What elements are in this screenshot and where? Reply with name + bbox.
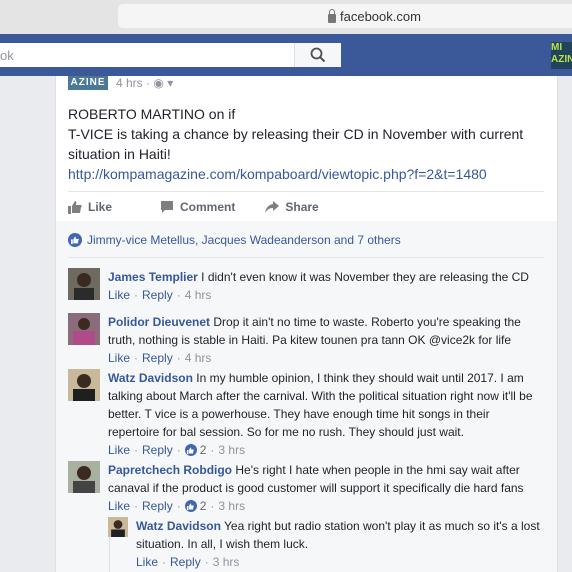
search-icon — [310, 47, 326, 63]
post-body: ROBERTO MARTINO on if T-VICE is taking a… — [68, 104, 548, 184]
comment-author[interactable]: Watz Davidson — [108, 371, 193, 385]
like-reaction-icon — [184, 500, 197, 512]
page-logo-thumbnail[interactable]: MI AZINE — [551, 42, 572, 69]
search-text: ok — [0, 48, 14, 63]
comment-reply-link[interactable]: Reply — [142, 349, 173, 367]
avatar[interactable] — [68, 268, 100, 300]
comment-reactions[interactable]: 2 — [184, 441, 206, 459]
avatar[interactable] — [68, 461, 100, 493]
comment-reactions[interactable]: 2 — [184, 497, 206, 515]
comment-time[interactable]: 3 hrs — [218, 441, 245, 459]
comment-like-link[interactable]: Like — [108, 286, 130, 304]
address-bar[interactable]: facebook.com — [118, 4, 572, 28]
post-line-2: T-VICE is taking a chance by releasing t… — [68, 126, 524, 162]
comment-like-link[interactable]: Like — [108, 497, 130, 515]
like-reaction-icon — [68, 233, 82, 247]
comment-author[interactable]: Papretchech Robdigo — [108, 463, 232, 477]
search-button[interactable] — [294, 43, 341, 67]
post-timestamp[interactable]: 4 hrs — [116, 76, 143, 90]
comment-reply-link[interactable]: Reply — [142, 286, 173, 304]
comment-author[interactable]: James Templier — [108, 270, 198, 284]
comments-section: Jimmy-vice Metellus, Jacques Wadeanderso… — [56, 221, 557, 572]
reply-reply-link[interactable]: Reply — [170, 553, 201, 571]
like-button[interactable]: Like — [68, 200, 112, 214]
avatar[interactable] — [108, 517, 128, 537]
divider — [68, 191, 544, 192]
lock-icon — [328, 8, 336, 23]
facebook-header: ok MI AZINE — [0, 34, 572, 76]
reply-like-link[interactable]: Like — [136, 553, 158, 571]
reply-time[interactable]: 3 hrs — [213, 553, 240, 571]
comment-author[interactable]: Polidor Dieuvenet — [108, 315, 210, 329]
post-actions: Like Comment Share — [68, 197, 544, 217]
divider — [68, 257, 544, 258]
chevron-down-icon[interactable]: ▾ — [167, 76, 173, 90]
likes-summary[interactable]: Jimmy-vice Metellus, Jacques Wadeanderso… — [68, 233, 401, 247]
comment-like-link[interactable]: Like — [108, 441, 130, 459]
comment-icon — [161, 201, 174, 213]
comment-like-link[interactable]: Like — [108, 349, 130, 367]
search-input[interactable]: ok — [0, 43, 341, 67]
page-avatar[interactable]: AZINE — [68, 76, 108, 90]
avatar[interactable] — [68, 313, 100, 345]
comment-reply-link[interactable]: Reply — [142, 497, 173, 515]
comment-reply-link[interactable]: Reply — [142, 441, 173, 459]
url-text: facebook.com — [340, 9, 421, 24]
share-button[interactable]: Share — [265, 200, 319, 214]
browser-toolbar: facebook.com — [0, 0, 572, 34]
post-meta: 4 hrs · ◉ ▾ — [116, 76, 173, 90]
avatar[interactable] — [68, 369, 100, 401]
post-link[interactable]: http://kompamagazine.com/kompaboard/view… — [68, 166, 487, 182]
reply-author[interactable]: Watz Davidson — [136, 519, 221, 533]
post-line-1: ROBERTO MARTINO on if — [68, 106, 236, 122]
post-card: AZINE 4 hrs · ◉ ▾ ROBERTO MARTINO on if … — [55, 76, 558, 572]
comment-time[interactable]: 4 hrs — [185, 349, 212, 367]
comment-time[interactable]: 3 hrs — [218, 497, 245, 515]
globe-icon: · ◉ — [146, 76, 164, 90]
like-reaction-icon — [184, 444, 197, 456]
share-icon — [265, 201, 280, 213]
comment-button[interactable]: Comment — [160, 200, 235, 214]
comment-text: I didn't even know it was November they … — [201, 270, 529, 284]
thumbs-up-icon — [68, 201, 82, 214]
comment-time[interactable]: 4 hrs — [185, 286, 212, 304]
